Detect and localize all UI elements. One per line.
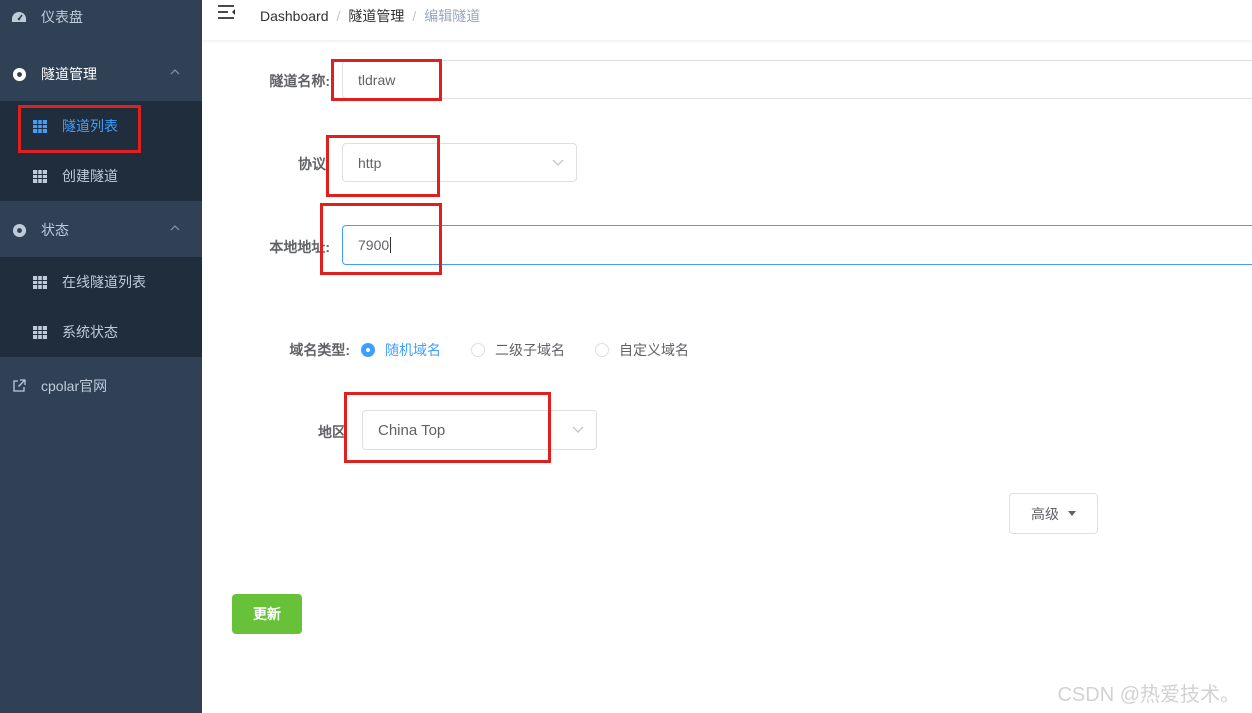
protocol-label: 协议 — [298, 156, 326, 172]
menu-item-dashboard[interactable]: 仪表盘 — [0, 0, 202, 42]
tunnel-name-label: 隧道名称: — [269, 73, 330, 89]
region-value: China Top — [378, 421, 446, 439]
breadcrumb-separator: / — [412, 8, 417, 24]
radio-dot — [361, 343, 375, 357]
lifebuoy-icon — [11, 66, 27, 82]
caret-down-icon — [1068, 511, 1076, 516]
local-address-value: 7900 — [358, 237, 390, 253]
chevron-down-icon — [572, 426, 584, 433]
text-cursor — [390, 237, 392, 253]
dashboard-icon — [11, 9, 27, 25]
menu-item-tunnel-list[interactable]: 隧道列表 — [0, 101, 202, 151]
menu-label-tunnel-management: 隧道管理 — [41, 66, 97, 82]
radio-custom-domain[interactable]: 自定义域名 — [595, 340, 689, 360]
menu-item-online-tunnels[interactable]: 在线隧道列表 — [0, 257, 202, 307]
menu-item-system-status[interactable]: 系统状态 — [0, 307, 202, 357]
advanced-dropdown-button[interactable]: 高级 — [1009, 493, 1098, 534]
breadcrumb: Dashboard / 隧道管理 / 编辑隧道 — [260, 6, 480, 26]
radio-label-random-domain: 随机域名 — [385, 342, 441, 358]
lifebuoy-icon — [11, 222, 27, 238]
region-label: 地区 — [318, 424, 346, 440]
menu-item-status[interactable]: 状态 — [0, 205, 202, 255]
radio-random-domain[interactable]: 随机域名 — [361, 340, 441, 360]
breadcrumb-separator: / — [336, 8, 341, 24]
external-link-icon — [11, 378, 27, 394]
sidebar: 仪表盘 隧道管理 隧道列表 创建隧道 状态 在线隧道列表 系统状态 cpolar… — [0, 0, 202, 713]
table-icon — [32, 118, 48, 134]
radio-label-subdomain: 二级子域名 — [495, 342, 565, 358]
update-button[interactable]: 更新 — [232, 594, 302, 634]
menu-label-dashboard: 仪表盘 — [41, 9, 83, 25]
menu-label-status: 状态 — [41, 222, 69, 238]
menu-item-create-tunnel[interactable]: 创建隧道 — [0, 151, 202, 201]
menu-item-tunnel-management[interactable]: 隧道管理 — [0, 49, 202, 99]
watermark: CSDN @热爱技术。 — [1057, 684, 1240, 706]
menu-label-cpolar-site: cpolar官网 — [41, 378, 108, 394]
protocol-select[interactable]: http — [342, 143, 577, 182]
hamburger-icon[interactable] — [218, 5, 236, 24]
domain-type-label: 域名类型: — [289, 342, 350, 358]
radio-subdomain[interactable]: 二级子域名 — [471, 340, 565, 360]
chevron-up-icon — [170, 225, 180, 231]
domain-type-radio-group: 随机域名 二级子域名 自定义域名 — [361, 340, 719, 360]
advanced-label: 高级 — [1031, 505, 1059, 522]
menu-label-system-status: 系统状态 — [62, 324, 118, 340]
radio-label-custom-domain: 自定义域名 — [619, 342, 689, 358]
local-address-input[interactable]: 7900 — [342, 225, 1252, 265]
protocol-value: http — [358, 154, 382, 171]
table-icon — [32, 274, 48, 290]
breadcrumb-tunnel-management[interactable]: 隧道管理 — [348, 6, 404, 26]
table-icon — [32, 324, 48, 340]
update-label: 更新 — [253, 606, 281, 622]
radio-dot — [471, 343, 485, 357]
region-select[interactable]: China Top — [362, 410, 597, 450]
breadcrumb-dashboard[interactable]: Dashboard — [260, 8, 329, 24]
local-address-label: 本地地址: — [269, 239, 330, 255]
tunnel-name-input[interactable]: tldraw — [342, 60, 1252, 99]
table-icon — [32, 168, 48, 184]
top-navbar: Dashboard / 隧道管理 / 编辑隧道 — [202, 0, 1252, 40]
menu-item-cpolar-site[interactable]: cpolar官网 — [0, 361, 202, 411]
chevron-up-icon — [170, 69, 180, 75]
menu-label-create-tunnel: 创建隧道 — [62, 168, 118, 184]
breadcrumb-current: 编辑隧道 — [424, 8, 481, 24]
chevron-down-icon — [552, 159, 564, 166]
menu-label-online-tunnels: 在线隧道列表 — [62, 274, 146, 290]
tunnel-name-value: tldraw — [358, 71, 396, 88]
radio-dot — [595, 343, 609, 357]
menu-label-tunnel-list: 隧道列表 — [62, 118, 118, 134]
